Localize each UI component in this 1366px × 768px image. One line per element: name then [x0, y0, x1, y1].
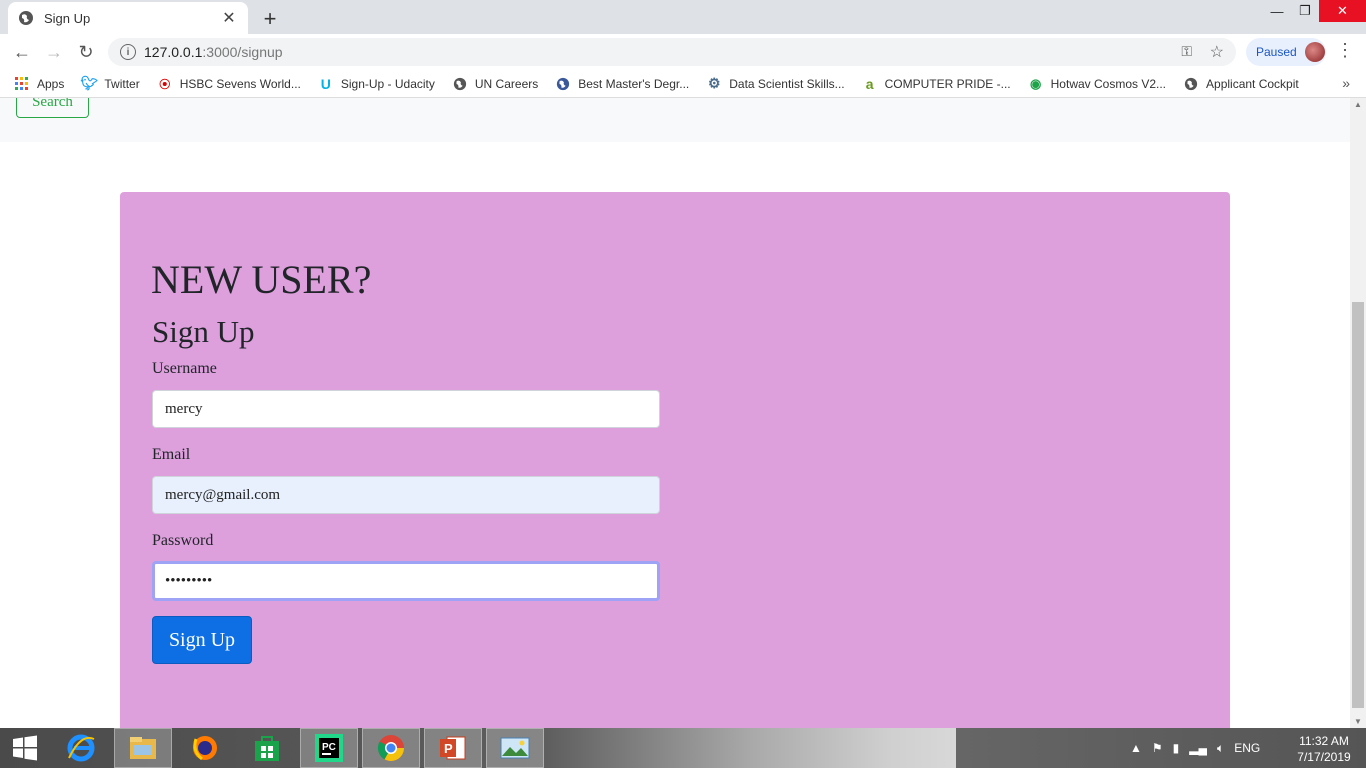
- tab-strip: Sign Up ✕ + — ❐ ✕: [0, 0, 1366, 34]
- bookmarks-bar: Apps 🐦︎ Twitter ⦿ HSBC Sevens World... U…: [0, 70, 1366, 98]
- twitter-bird-icon: 🐦︎: [80, 75, 99, 91]
- bookmark-star-icon[interactable]: ☆: [1210, 42, 1224, 62]
- bookmark-label: Best Master's Degr...: [578, 76, 690, 91]
- password-label: Password: [152, 532, 214, 549]
- avatar: [1304, 42, 1325, 62]
- window-controls: — ❐ ✕: [1263, 0, 1366, 22]
- file-explorer-icon[interactable]: [114, 728, 172, 768]
- language-indicator[interactable]: ENG: [1234, 741, 1260, 755]
- tab-sign-up[interactable]: Sign Up ✕: [8, 2, 248, 34]
- forward-button[interactable]: →: [38, 42, 70, 63]
- svg-text:PC: PC: [322, 742, 336, 753]
- powerpoint-icon[interactable]: P: [424, 728, 482, 768]
- username-input[interactable]: mercy: [152, 390, 660, 428]
- close-tab-icon[interactable]: ✕: [220, 8, 238, 28]
- scroll-down-icon[interactable]: ▼: [1354, 717, 1362, 726]
- restore-window-button[interactable]: ❐: [1291, 0, 1319, 22]
- key-icon[interactable]: ⚿: [1181, 43, 1192, 60]
- scrollbar-thumb[interactable]: [1352, 302, 1364, 708]
- windows-taskbar: PC P ▲ ⚑ ▮ ▂▄ 🔈︎ ENG 11:32 AM 7/17/2019: [0, 728, 1366, 768]
- password-input[interactable]: •••••••••: [152, 561, 660, 601]
- bookmark-computer-pride[interactable]: a COMPUTER PRIDE -...: [862, 76, 1011, 92]
- reload-button[interactable]: ↻: [70, 42, 102, 63]
- bookmark-label: Data Scientist Skills...: [729, 76, 845, 91]
- url-path: :3000/signup: [202, 44, 283, 60]
- bookmark-data-scientist[interactable]: ⚙ Data Scientist Skills...: [706, 75, 845, 92]
- apps-grid-icon: [14, 76, 30, 92]
- form-title: Sign Up: [152, 314, 255, 349]
- bookmark-udacity[interactable]: U Sign-Up - Udacity: [318, 76, 435, 92]
- bookmark-best-masters[interactable]: Best Master's Degr...: [555, 76, 689, 92]
- system-clock[interactable]: 11:32 AM 7/17/2019: [1292, 733, 1356, 765]
- show-hidden-icons-icon[interactable]: ▲: [1130, 741, 1142, 755]
- more-bookmarks-icon[interactable]: »: [1342, 75, 1350, 91]
- nav-search-button[interactable]: Search: [16, 98, 89, 118]
- menu-kebab-icon[interactable]: ⋮: [1336, 40, 1354, 61]
- bookmark-hsbc[interactable]: ⦿ HSBC Sevens World...: [157, 76, 301, 92]
- email-input[interactable]: mercy@gmail.com: [152, 476, 660, 514]
- windows-logo-icon: [13, 735, 37, 761]
- bookmark-un-careers[interactable]: UN Careers: [452, 76, 538, 92]
- username-label: Username: [152, 360, 217, 377]
- minimize-window-button[interactable]: —: [1263, 0, 1291, 22]
- url-text[interactable]: 127.0.0.1:3000/signup: [144, 44, 283, 60]
- signup-card: NEW USER? Sign Up Username mercy Email m…: [120, 192, 1230, 728]
- computer-pride-icon: a: [865, 75, 874, 92]
- bookmark-twitter[interactable]: 🐦︎ Twitter: [80, 75, 140, 92]
- globe-icon: [452, 76, 468, 92]
- new-tab-button[interactable]: +: [258, 6, 282, 32]
- bookmark-label: UN Careers: [474, 76, 539, 91]
- close-window-button[interactable]: ✕: [1319, 0, 1366, 22]
- photos-icon[interactable]: [486, 728, 544, 768]
- start-button[interactable]: [0, 728, 50, 768]
- profile-status: Paused: [1256, 45, 1297, 59]
- page-viewport: Search NEW USER? Sign Up Username mercy …: [0, 98, 1350, 728]
- bookmark-label: Apps: [37, 76, 65, 91]
- internet-explorer-icon[interactable]: [52, 728, 110, 768]
- profile-button[interactable]: Paused: [1246, 38, 1326, 66]
- back-button[interactable]: ←: [6, 42, 38, 63]
- scroll-up-icon[interactable]: ▲: [1354, 100, 1362, 109]
- bookmark-label: Hotwav Cosmos V2...: [1050, 76, 1167, 91]
- tab-title: Sign Up: [44, 10, 91, 26]
- clock-date: 7/17/2019: [1297, 750, 1351, 764]
- bookmark-label: HSBC Sevens World...: [179, 76, 301, 91]
- pycharm-icon[interactable]: PC: [300, 728, 358, 768]
- url-host: 127.0.0.1: [144, 44, 203, 60]
- bookmark-label: Applicant Cockpit: [1206, 76, 1299, 91]
- chrome-icon[interactable]: [362, 728, 420, 768]
- globe-icon: [1183, 76, 1199, 92]
- action-center-icon[interactable]: ⚑: [1152, 741, 1163, 755]
- navbar: Search: [0, 98, 1350, 142]
- hotwav-icon: ◉: [1029, 75, 1042, 91]
- bookmark-label: Twitter: [104, 76, 140, 91]
- bookmark-hotwav[interactable]: ◉ Hotwav Cosmos V2...: [1028, 76, 1166, 92]
- clock-time: 11:32 AM: [1299, 734, 1349, 748]
- bookmark-label: Sign-Up - Udacity: [340, 76, 435, 91]
- volume-icon[interactable]: 🔈︎: [1217, 741, 1224, 756]
- site-info-icon[interactable]: i: [120, 44, 136, 60]
- gear-icon: ⚙: [707, 75, 721, 91]
- bookmark-apps[interactable]: Apps: [14, 76, 64, 92]
- page-heading: NEW USER?: [151, 257, 372, 302]
- globe-icon: [555, 76, 571, 92]
- bookmark-applicant-cockpit[interactable]: Applicant Cockpit: [1183, 76, 1299, 92]
- firefox-icon[interactable]: [176, 728, 234, 768]
- udacity-icon: U: [320, 75, 331, 92]
- network-icon[interactable]: ▂▄: [1189, 741, 1207, 755]
- hsbc-icon: ⦿: [159, 78, 171, 91]
- battery-icon[interactable]: ▮: [1173, 741, 1180, 755]
- system-tray: ▲ ⚑ ▮ ▂▄ 🔈︎ ENG: [1130, 728, 1270, 768]
- sign-up-button[interactable]: Sign Up: [152, 616, 252, 664]
- browser-toolbar: ← → ↻ i 127.0.0.1:3000/signup ⚿ ☆ Paused…: [0, 34, 1366, 70]
- address-bar[interactable]: i 127.0.0.1:3000/signup ⚿ ☆: [108, 38, 1236, 66]
- globe-icon: [19, 11, 33, 25]
- svg-text:P: P: [444, 741, 453, 756]
- store-icon[interactable]: [238, 728, 296, 768]
- bookmark-label: COMPUTER PRIDE -...: [884, 76, 1011, 91]
- email-label: Email: [152, 446, 191, 463]
- page-scrollbar[interactable]: ▲ ▼: [1350, 98, 1366, 728]
